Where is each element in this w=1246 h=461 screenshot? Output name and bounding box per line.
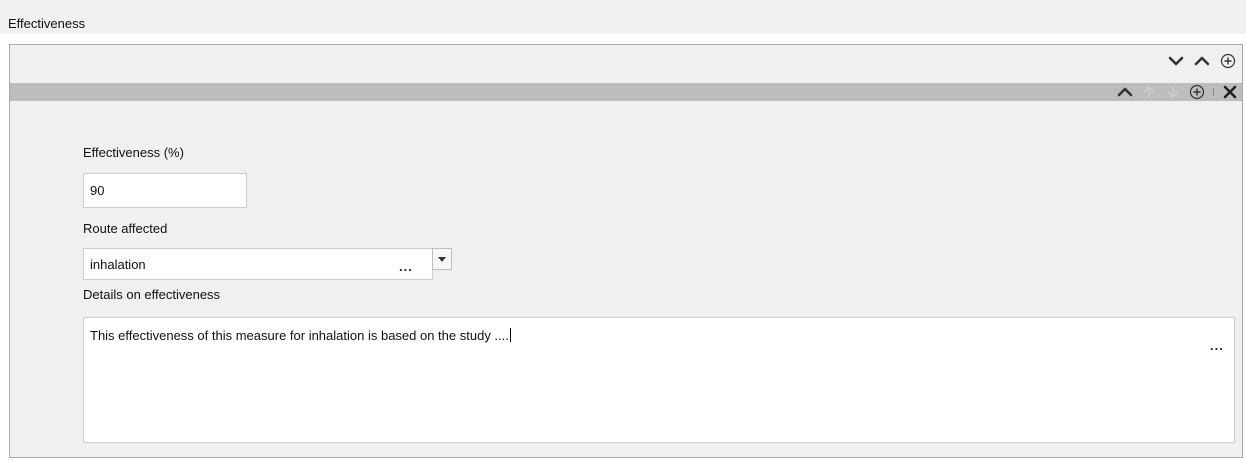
effectiveness-input[interactable]: 90 xyxy=(83,173,247,208)
text-caret xyxy=(509,328,511,342)
toolbar-separator xyxy=(1213,88,1214,96)
add-circle-icon[interactable] xyxy=(1220,53,1236,69)
arrow-up-icon xyxy=(1141,84,1157,100)
effectiveness-label: Effectiveness (%) xyxy=(83,145,184,160)
record-toolbar xyxy=(1117,84,1238,100)
details-browse-button[interactable]: ... xyxy=(1210,338,1224,353)
details-value: This effectiveness of this measure for i… xyxy=(90,328,509,343)
effectiveness-panel: Effectiveness (%) 90 Route affected inha… xyxy=(9,44,1243,458)
close-icon[interactable] xyxy=(1222,84,1238,100)
chevron-down-icon[interactable] xyxy=(1168,53,1184,69)
chevron-up-icon[interactable] xyxy=(1194,53,1210,69)
arrow-down-icon xyxy=(1165,84,1181,100)
details-label: Details on effectiveness xyxy=(83,287,221,302)
route-affected-select[interactable]: inhalation xyxy=(83,248,433,280)
record-header-bar xyxy=(10,83,1242,101)
route-affected-value: inhalation xyxy=(90,256,146,272)
repeatable-block-toolbar xyxy=(1168,53,1236,69)
route-affected-label: Route affected xyxy=(83,221,168,236)
route-browse-button[interactable]: ... xyxy=(399,259,413,274)
triangle-down-icon xyxy=(437,254,447,264)
route-dropdown-button[interactable] xyxy=(432,248,452,270)
add-circle-icon[interactable] xyxy=(1189,84,1205,100)
effectiveness-value: 90 xyxy=(90,183,105,198)
section-title: Effectiveness xyxy=(8,16,86,31)
chevron-up-icon[interactable] xyxy=(1117,84,1133,100)
section-header: Effectiveness xyxy=(0,0,1246,34)
details-textarea[interactable]: This effectiveness of this measure for i… xyxy=(83,317,1235,443)
record-body: Effectiveness (%) 90 Route affected inha… xyxy=(10,101,1242,457)
